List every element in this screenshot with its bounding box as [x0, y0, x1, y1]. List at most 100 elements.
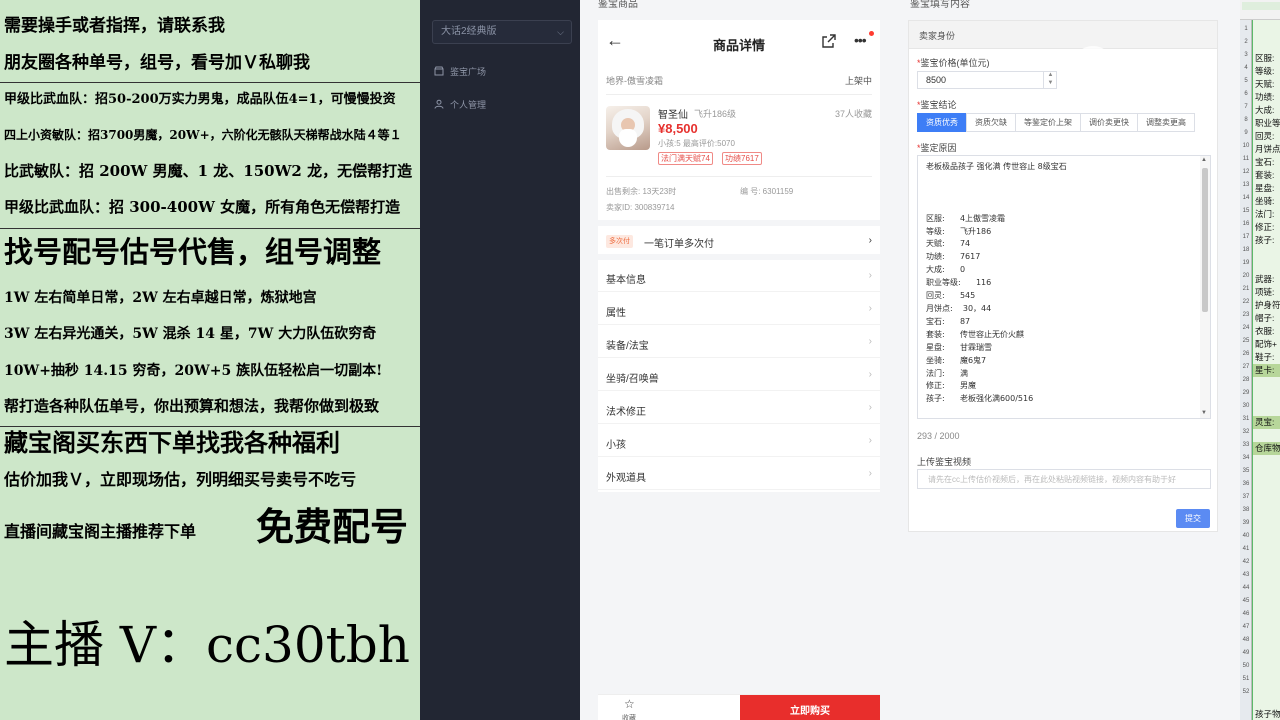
row-number[interactable]: 23	[1240, 312, 1252, 318]
menu-row-attributes[interactable]: 属性 ›	[598, 293, 880, 325]
row-number[interactable]: 7	[1240, 104, 1252, 110]
sheet-cell[interactable]: 配饰+	[1255, 338, 1277, 350]
avatar[interactable]	[606, 106, 650, 150]
sheet-cell[interactable]: 衣服:	[1255, 325, 1274, 337]
row-number[interactable]: 14	[1240, 195, 1252, 201]
row-number[interactable]: 8	[1240, 117, 1252, 123]
row-number[interactable]: 44	[1240, 585, 1252, 591]
row-number[interactable]: 37	[1240, 494, 1252, 500]
more-icon[interactable]: •••	[854, 32, 867, 48]
textarea-scrollbar[interactable]: ▲ ▼	[1200, 156, 1210, 418]
conclusion-option-excellent[interactable]: 资质优秀	[917, 113, 967, 132]
row-number[interactable]: 30	[1240, 403, 1252, 409]
row-number[interactable]: 1	[1240, 26, 1252, 32]
sidebar-item-store[interactable]: 鉴宝广场	[434, 63, 486, 79]
row-number[interactable]: 52	[1240, 689, 1252, 695]
scroll-down-icon[interactable]: ▼	[1201, 410, 1207, 416]
row-number[interactable]: 28	[1240, 377, 1252, 383]
submit-button[interactable]: 提交	[1176, 509, 1210, 528]
menu-row-equipment[interactable]: 装备/法宝 ›	[598, 326, 880, 358]
sheet-cell[interactable]: 天赋:	[1255, 78, 1274, 90]
row-number[interactable]: 43	[1240, 572, 1252, 578]
row-number[interactable]: 3	[1240, 52, 1252, 58]
sheet-cell[interactable]: 护身符	[1255, 299, 1280, 311]
sheet-cell[interactable]: 坐骑:	[1255, 195, 1274, 207]
sheet-cell[interactable]: 回灵:	[1255, 130, 1274, 142]
sheet-cell[interactable]: 武器:	[1255, 273, 1274, 285]
row-number[interactable]: 35	[1240, 468, 1252, 474]
row-number[interactable]: 36	[1240, 481, 1252, 487]
row-number[interactable]: 18	[1240, 247, 1252, 253]
row-number[interactable]: 4	[1240, 65, 1252, 71]
row-number[interactable]: 27	[1240, 364, 1252, 370]
buy-now-button[interactable]: 立即购买	[740, 695, 880, 720]
sheet-cell[interactable]: 孩子物	[1255, 708, 1280, 720]
row-number[interactable]: 38	[1240, 507, 1252, 513]
menu-row-mounts[interactable]: 坐骑/召唤兽 ›	[598, 359, 880, 391]
row-number[interactable]: 25	[1240, 338, 1252, 344]
row-number[interactable]: 26	[1240, 351, 1252, 357]
row-number[interactable]: 39	[1240, 520, 1252, 526]
row-number[interactable]: 31	[1240, 416, 1252, 422]
row-number[interactable]: 41	[1240, 546, 1252, 552]
sheet-cell[interactable]: 修正:	[1255, 221, 1274, 233]
sheet-cell[interactable]: 星卡:	[1255, 364, 1274, 376]
sheet-cell[interactable]: 宝石:	[1255, 156, 1274, 168]
row-number[interactable]: 12	[1240, 169, 1252, 175]
conclusion-option-lacking[interactable]: 资质欠缺	[966, 113, 1016, 132]
sheet-cell[interactable]: 灵宝:	[1255, 416, 1274, 428]
row-number[interactable]: 24	[1240, 325, 1252, 331]
row-number[interactable]: 16	[1240, 221, 1252, 227]
row-number[interactable]: 15	[1240, 208, 1252, 214]
row-number[interactable]: 17	[1240, 234, 1252, 240]
row-number[interactable]: 20	[1240, 273, 1252, 279]
sheet-cell[interactable]: 职业等	[1255, 117, 1280, 129]
sheet-cell[interactable]: 套装:	[1255, 169, 1274, 181]
row-number[interactable]: 50	[1240, 663, 1252, 669]
conclusion-option-list-after-appraisal[interactable]: 等鉴定价上架	[1015, 113, 1081, 132]
row-number[interactable]: 19	[1240, 260, 1252, 266]
row-number[interactable]: 29	[1240, 390, 1252, 396]
scroll-up-icon[interactable]: ▲	[1201, 157, 1207, 163]
row-number[interactable]: 48	[1240, 637, 1252, 643]
row-number[interactable]: 11	[1240, 156, 1252, 162]
sheet-cell[interactable]: 法门:	[1255, 208, 1274, 220]
row-number[interactable]: 46	[1240, 611, 1252, 617]
scrollbar-thumb[interactable]	[1202, 168, 1208, 312]
installment-offer[interactable]: 多次付 一笔订单多次付 ›	[598, 228, 880, 254]
sheet-cell[interactable]: 鞋子:	[1255, 351, 1274, 363]
row-number[interactable]: 13	[1240, 182, 1252, 188]
sidebar-item-personal[interactable]: 个人管理	[434, 96, 486, 112]
sheet-cell[interactable]: 项链:	[1255, 286, 1274, 298]
row-number[interactable]: 34	[1240, 455, 1252, 461]
row-number[interactable]: 40	[1240, 533, 1252, 539]
menu-row-appearance[interactable]: 外观道具 ›	[598, 458, 880, 490]
row-number[interactable]: 33	[1240, 442, 1252, 448]
video-link-input[interactable]: 请先在cc上传估价视频后，再在此处粘贴视频链接，视频内容有助于好	[917, 469, 1211, 489]
row-number[interactable]: 22	[1240, 299, 1252, 305]
price-stepper[interactable]: ▲ ▼	[1043, 71, 1057, 89]
sheet-cell[interactable]: 星盘:	[1255, 182, 1274, 194]
row-number[interactable]: 10	[1240, 143, 1252, 149]
sheet-cell[interactable]: 孩子:	[1255, 234, 1274, 246]
menu-row-children[interactable]: 小孩 ›	[598, 425, 880, 457]
conclusion-option-sell-faster[interactable]: 调价卖更快	[1080, 113, 1138, 132]
share-icon[interactable]	[822, 34, 836, 48]
row-number[interactable]: 42	[1240, 559, 1252, 565]
row-number[interactable]: 32	[1240, 429, 1252, 435]
row-number[interactable]: 6	[1240, 91, 1252, 97]
row-number[interactable]: 5	[1240, 78, 1252, 84]
sheet-cell[interactable]: 等级:	[1255, 65, 1274, 77]
reason-textarea[interactable]: 老板极品孩子 强化满 传世容止 8级宝石 区服: 4上傲雪凌霜 等级: 飞升18…	[917, 155, 1211, 419]
sheet-cell[interactable]: 仓库物	[1255, 442, 1280, 454]
row-number[interactable]: 9	[1240, 130, 1252, 136]
star-icon[interactable]: ☆	[624, 697, 635, 711]
menu-row-basic-info[interactable]: 基本信息 ›	[598, 260, 880, 292]
sheet-column[interactable]: 区服: 等级: 天赋: 功绩: 大成: 职业等 回灵: 月饼点 宝石: 套装: 星盘: 坐骑: 法门: 修…	[1252, 20, 1280, 720]
row-number[interactable]: 51	[1240, 676, 1252, 682]
sheet-tab[interactable]	[1242, 2, 1280, 10]
sheet-cell[interactable]: 区服:	[1255, 52, 1274, 64]
menu-row-spell-correction[interactable]: 法术修正 ›	[598, 392, 880, 424]
row-number[interactable]: 2	[1240, 39, 1252, 45]
row-number[interactable]: 21	[1240, 286, 1252, 292]
